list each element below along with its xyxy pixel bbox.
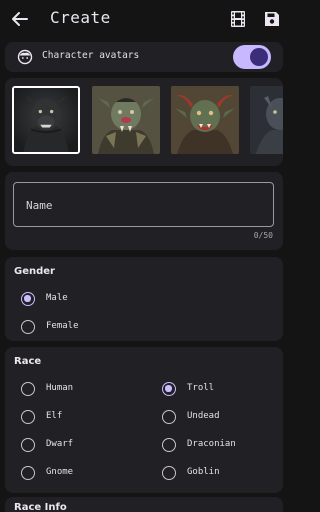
avatar-switch[interactable] — [233, 45, 271, 69]
race-option-label: Troll — [187, 383, 215, 393]
switch-thumb — [250, 48, 268, 66]
name-placeholder: Name — [26, 199, 53, 212]
radio-unchecked[interactable] — [162, 438, 176, 452]
gender-option-male[interactable]: Male — [21, 290, 141, 308]
name-input[interactable]: Name — [13, 182, 274, 227]
arrow-left-icon — [12, 12, 28, 26]
race-option-label: Undead — [187, 411, 220, 421]
radio-checked[interactable] — [162, 382, 176, 396]
race-option-label: Elf — [46, 411, 63, 421]
gender-option-label: Male — [46, 293, 68, 303]
film-button[interactable] — [228, 9, 248, 29]
avatar-horned-troll[interactable] — [171, 86, 239, 154]
radio-unchecked[interactable] — [162, 410, 176, 424]
race-card: Race Human Troll Elf Undead Dwarf Dracon… — [5, 347, 283, 493]
radio-unchecked[interactable] — [21, 410, 35, 424]
race-info-title: Race Info — [14, 502, 67, 512]
radio-unchecked[interactable] — [21, 466, 35, 480]
race-option-goblin[interactable]: Goblin — [162, 464, 272, 482]
name-char-counter: 0/50 — [253, 231, 273, 240]
race-option-dwarf[interactable]: Dwarf — [21, 436, 141, 454]
avatar-carousel[interactable] — [5, 78, 283, 166]
film-icon — [231, 11, 245, 27]
race-option-draconian[interactable]: Draconian — [162, 436, 272, 454]
race-option-label: Dwarf — [46, 439, 74, 449]
gender-option-female[interactable]: Female — [21, 318, 141, 336]
race-option-label: Goblin — [187, 467, 220, 477]
avatar-orc-warrior[interactable] — [92, 86, 160, 154]
race-option-human[interactable]: Human — [21, 380, 141, 398]
radio-unchecked[interactable] — [21, 382, 35, 396]
race-option-label: Gnome — [46, 467, 74, 477]
radio-unchecked[interactable] — [21, 438, 35, 452]
page-title: Create — [50, 8, 111, 27]
race-option-elf[interactable]: Elf — [21, 408, 141, 426]
race-option-gnome[interactable]: Gnome — [21, 464, 141, 482]
avatar-dark-troll[interactable] — [250, 86, 283, 154]
name-card: Name 0/50 — [5, 172, 283, 250]
face-icon — [17, 49, 33, 65]
race-option-undead[interactable]: Undead — [162, 408, 272, 426]
gender-option-label: Female — [46, 321, 79, 331]
race-option-troll[interactable]: Troll — [162, 380, 272, 398]
avatar-werewolf[interactable] — [12, 86, 80, 154]
race-info-card: Race Info — [5, 497, 283, 512]
avatar-toggle-row[interactable]: Character avatars — [5, 42, 283, 72]
radio-checked[interactable] — [21, 292, 35, 306]
radio-unchecked[interactable] — [21, 320, 35, 334]
save-button[interactable] — [262, 9, 282, 29]
race-option-label: Draconian — [187, 439, 236, 449]
gender-title: Gender — [14, 266, 55, 277]
gender-card: Gender Male Female — [5, 257, 283, 341]
back-button[interactable] — [8, 7, 32, 31]
avatar-toggle-label: Character avatars — [42, 50, 140, 61]
save-icon — [265, 12, 279, 26]
race-title: Race — [14, 356, 42, 367]
app-bar: Create — [0, 0, 288, 40]
race-option-label: Human — [46, 383, 74, 393]
radio-unchecked[interactable] — [162, 466, 176, 480]
